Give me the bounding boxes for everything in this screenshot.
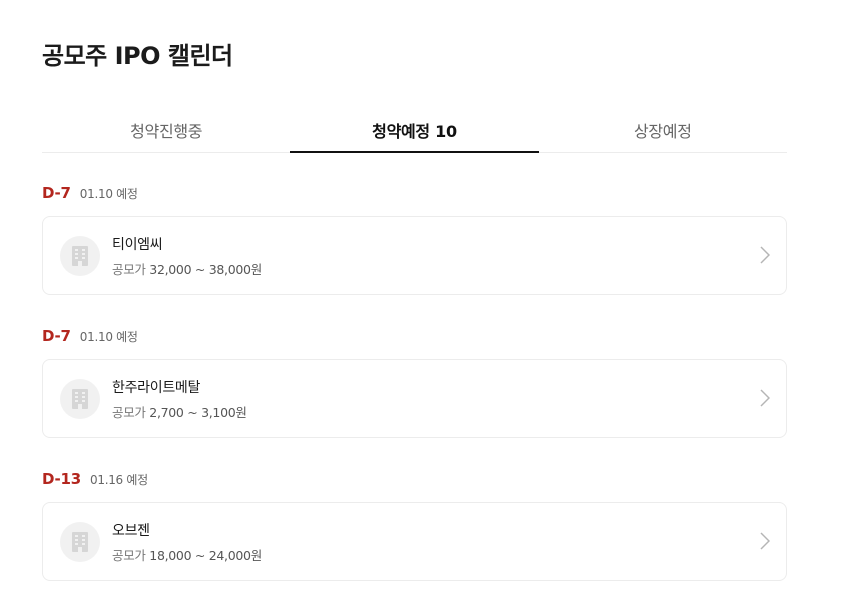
ipo-card[interactable]: 오브젠 공모가 18,000 ~ 24,000원 bbox=[42, 502, 787, 581]
ipo-card[interactable]: 티이엠씨 공모가 32,000 ~ 38,000원 bbox=[42, 216, 787, 295]
ipo-group: D-7 01.10 예정 한주라이트메탈 공모가 2,700 ~ 3,100원 bbox=[42, 327, 787, 438]
tab-subscription-in-progress[interactable]: 청약진행중 bbox=[42, 110, 290, 152]
dday-row: D-7 01.10 예정 bbox=[42, 184, 787, 204]
company-name: 한주라이트메탈 bbox=[112, 379, 201, 396]
building-icon bbox=[60, 378, 100, 419]
offer-price-value: 2,700 ~ 3,100원 bbox=[149, 404, 247, 420]
offer-price: 공모가 2,700 ~ 3,100원 bbox=[112, 402, 247, 421]
building-icon bbox=[60, 521, 100, 562]
ipo-card[interactable]: 한주라이트메탈 공모가 2,700 ~ 3,100원 bbox=[42, 359, 787, 438]
dday-row: D-13 01.16 예정 bbox=[42, 470, 787, 490]
offer-price-value: 18,000 ~ 24,000원 bbox=[149, 547, 262, 563]
ipo-group: D-7 01.10 예정 티이엠씨 공모가 32,000 ~ 38,000원 bbox=[42, 184, 787, 295]
offer-price: 공모가 18,000 ~ 24,000원 bbox=[112, 545, 262, 564]
schedule-date: 01.10 예정 bbox=[79, 330, 138, 344]
schedule-date: 01.16 예정 bbox=[90, 473, 148, 487]
chevron-right-icon bbox=[760, 246, 771, 268]
tab-bar: 청약진행중 청약예정 10 상장예정 bbox=[42, 110, 787, 153]
dday-row: D-7 01.10 예정 bbox=[42, 327, 787, 347]
offer-price-label: 공모가 bbox=[112, 261, 146, 277]
company-name: 오브젠 bbox=[112, 522, 150, 539]
dday-badge: D-7 bbox=[42, 327, 71, 345]
offer-price-label: 공모가 bbox=[112, 404, 146, 420]
building-icon bbox=[60, 235, 100, 276]
offer-price: 공모가 32,000 ~ 38,000원 bbox=[112, 259, 262, 278]
page-title: 공모주 IPO 캘린더 bbox=[42, 42, 233, 70]
tab-listing-scheduled[interactable]: 상장예정 bbox=[539, 110, 787, 152]
offer-price-label: 공모가 bbox=[112, 547, 146, 563]
company-name: 티이엠씨 bbox=[112, 236, 163, 253]
chevron-right-icon bbox=[760, 532, 771, 554]
tab-subscription-scheduled[interactable]: 청약예정 10 bbox=[290, 110, 539, 153]
ipo-group: D-13 01.16 예정 오브젠 공모가 18,000 ~ 24,000원 bbox=[42, 470, 787, 581]
dday-badge: D-13 bbox=[42, 470, 82, 488]
schedule-date: 01.10 예정 bbox=[79, 187, 138, 201]
chevron-right-icon bbox=[760, 389, 771, 411]
offer-price-value: 32,000 ~ 38,000원 bbox=[149, 261, 262, 277]
dday-badge: D-7 bbox=[42, 184, 71, 202]
